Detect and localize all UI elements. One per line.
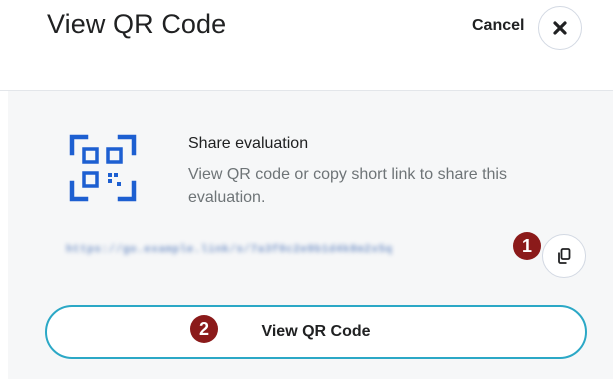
close-button[interactable] — [538, 6, 582, 50]
short-link[interactable]: https://go.example.link/s/7a3f0c2e9b1d4k… — [66, 241, 440, 259]
callout-badge-1: 1 — [513, 232, 541, 260]
dialog-header: View QR Code Cancel — [0, 0, 613, 90]
share-title: Share evaluation — [188, 135, 309, 152]
share-description: View QR code or copy short link to share… — [188, 166, 507, 206]
dialog-title: View QR Code — [47, 9, 227, 39]
copy-icon — [558, 248, 571, 264]
cancel-button[interactable]: Cancel — [472, 17, 524, 35]
qr-code-icon — [69, 134, 137, 202]
view-qr-code-label: View QR Code — [261, 323, 371, 340]
view-qr-code-button[interactable]: View QR Code — [45, 305, 587, 359]
close-icon — [553, 21, 567, 35]
copy-link-button[interactable] — [542, 234, 586, 278]
callout-badge-2: 2 — [190, 315, 218, 343]
short-link-text: https://go.example.link/s/7a3f0c2e9b1d4k… — [66, 244, 393, 256]
